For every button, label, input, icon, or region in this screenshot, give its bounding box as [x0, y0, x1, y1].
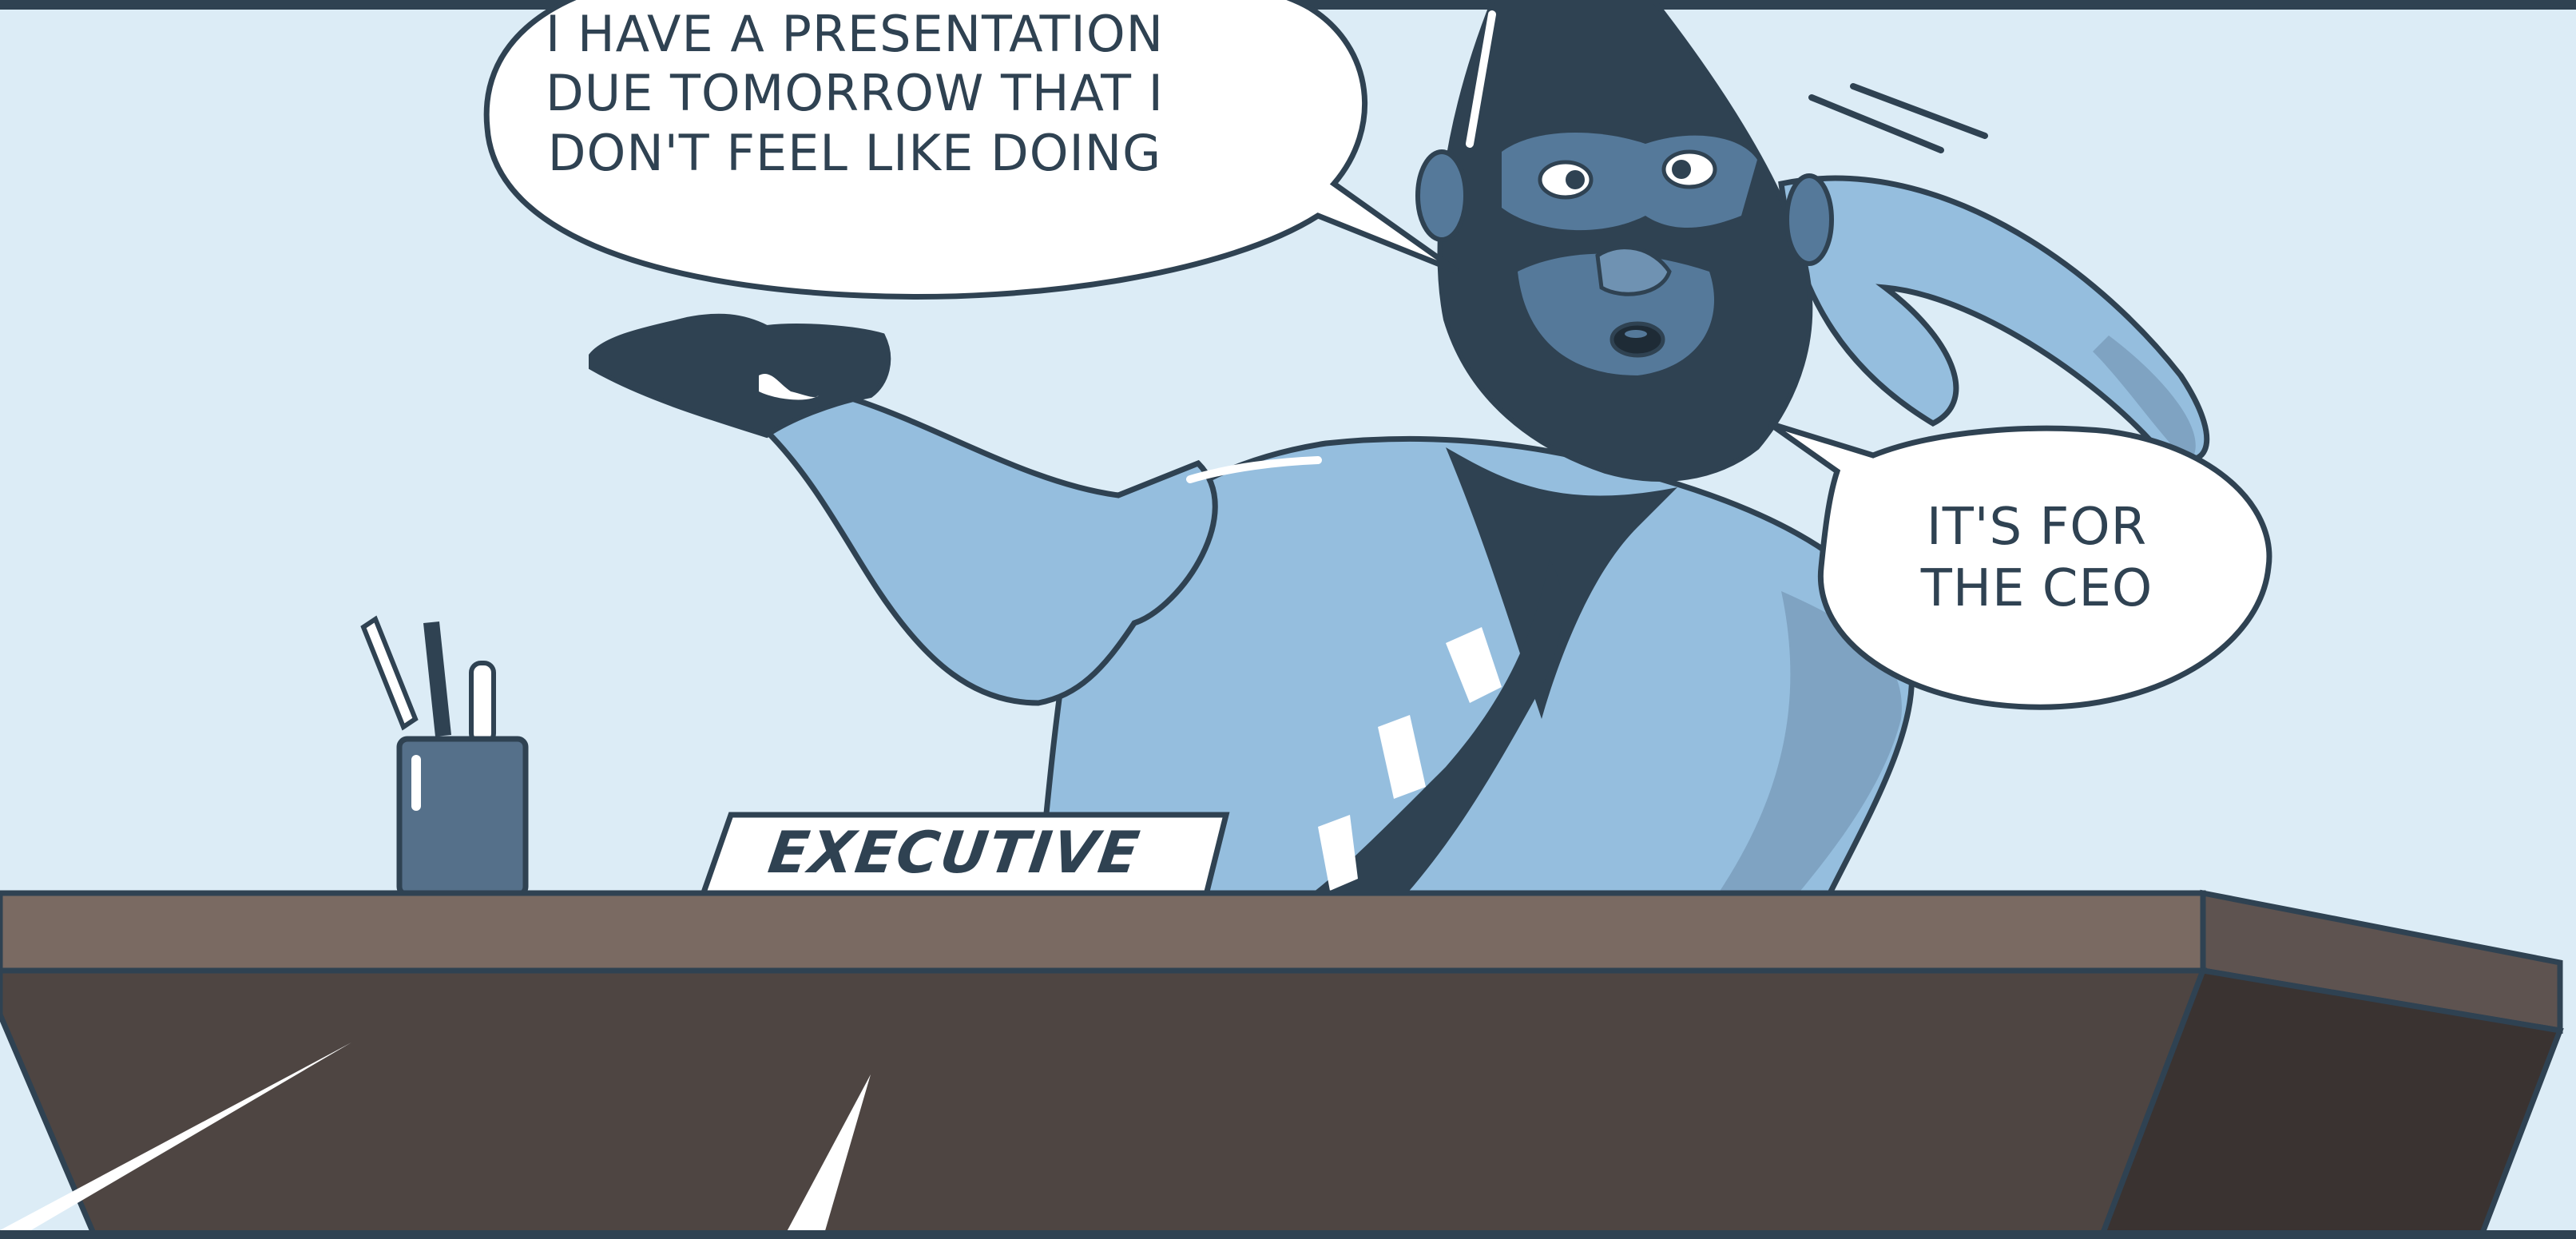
speech-bubble-2-line: THE CEO [1920, 558, 2153, 618]
speech-bubble-1-line: DUE TOMORROW THAT I [546, 64, 1164, 123]
speech-bubble-1-line: DON'T FEEL LIKE DOING [547, 123, 1162, 182]
speech-bubble-1-line: I HAVE A PRESENTATION [545, 5, 1165, 63]
speech-bubble-2-text: IT'S FOR THE CEO [1837, 497, 2237, 620]
desk-front [0, 967, 2208, 1239]
mouth-highlight [1625, 330, 1647, 338]
pen-cup-highlight [411, 755, 421, 811]
mouth [1610, 321, 1665, 358]
nameplate-label: EXECUTIVE [764, 819, 1145, 886]
speech-bubble-1-text: I HAVE A PRESENTATION DUE TOMORROW THAT … [495, 5, 1214, 183]
left-pupil [1566, 170, 1585, 189]
pen-3 [469, 661, 496, 745]
panel-bottom-border [0, 1230, 2576, 1239]
speech-bubble-2-line: IT'S FOR [1926, 498, 2148, 557]
left-ear [1415, 149, 1468, 242]
right-pupil [1672, 160, 1691, 179]
desk-top [0, 890, 2206, 974]
right-ear [1784, 173, 1834, 266]
